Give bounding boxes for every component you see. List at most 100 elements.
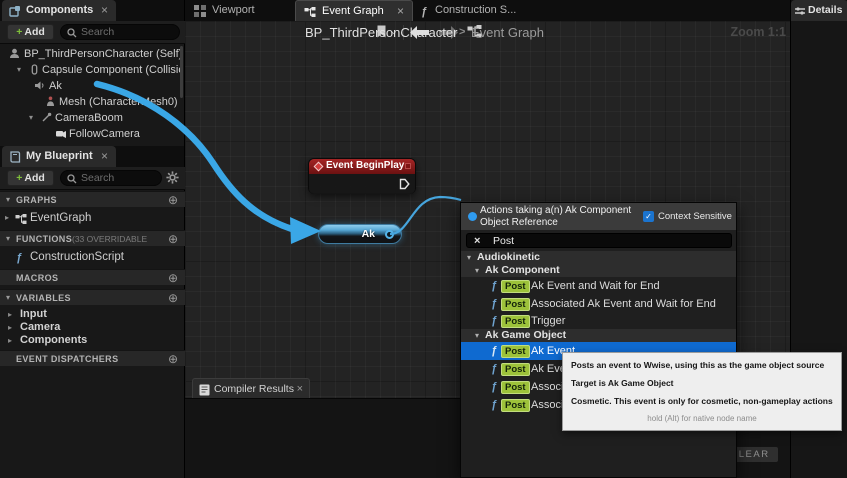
- node-ak-getter[interactable]: Ak: [318, 224, 402, 244]
- functions-label: FUNCTIONS: [16, 231, 72, 247]
- add-macro-icon[interactable]: ⊕: [168, 270, 178, 286]
- tab-event-graph[interactable]: Event Graph ×: [295, 0, 413, 21]
- details-icon: [794, 4, 806, 21]
- viewport-tab-label: Viewport: [212, 0, 255, 21]
- function-icon: ƒ: [421, 2, 427, 23]
- tab-details[interactable]: Details: [791, 0, 847, 21]
- category-ak-game-object[interactable]: ▾ Ak Game Object: [461, 329, 736, 342]
- components-toolbar: +Add Search: [0, 21, 185, 44]
- tab-components[interactable]: Components ×: [2, 0, 116, 21]
- collapse-icon: ▾: [6, 231, 10, 247]
- context-dot-icon: [468, 212, 477, 221]
- event-node-header: Event BeginPlay: [309, 159, 415, 174]
- tab-compiler-results[interactable]: Compiler Results ×: [192, 378, 310, 398]
- category-audiokinetic[interactable]: ▾ Audiokinetic: [461, 251, 736, 264]
- macros-section-header[interactable]: MACROS ⊕: [0, 269, 185, 285]
- add-dispatcher-icon[interactable]: ⊕: [168, 351, 178, 367]
- tab-my-blueprint[interactable]: My Blueprint ×: [2, 146, 116, 167]
- my-blueprint-tab-icon: [9, 150, 21, 167]
- variables-section-header[interactable]: ▾ VARIABLES ⊕: [0, 289, 185, 305]
- add-function-icon[interactable]: ⊕: [168, 231, 178, 247]
- blueprint-action-menu: Actions taking a(n) Ak Component Object …: [460, 202, 737, 478]
- compiler-results-icon: [199, 383, 210, 403]
- action-item[interactable]: ƒ Post Associated Ak Event and Wait for …: [461, 295, 736, 313]
- left-dock: Components × +Add Search BP_ThirdPersonC…: [0, 0, 185, 478]
- tooltip-line: Cosmetic. This event is only for cosmeti…: [571, 396, 833, 407]
- node-event-beginplay[interactable]: Event BeginPlay: [308, 158, 416, 194]
- close-icon[interactable]: ×: [101, 0, 108, 21]
- functions-section-header[interactable]: ▾ FUNCTIONS (33 OVERRIDABLE ⊕: [0, 230, 185, 246]
- expander-icon[interactable]: ▾: [17, 62, 21, 78]
- search-match-chip: Post: [501, 345, 530, 358]
- plus-icon: +: [16, 26, 22, 38]
- search-placeholder: Search: [81, 171, 114, 185]
- expander-icon[interactable]: ▸: [8, 334, 12, 347]
- search-match-chip: Post: [501, 363, 530, 376]
- graphs-section-header[interactable]: ▾ GRAPHS ⊕: [0, 191, 185, 207]
- add-blueprint-item-button[interactable]: +Add: [7, 170, 54, 186]
- event-node-title: Event BeginPlay: [326, 160, 404, 171]
- tooltip-line: Posts an event to Wwise, using this as t…: [571, 360, 833, 371]
- components-tab-label: Components: [26, 0, 93, 21]
- tree-item-cameraboom[interactable]: ▾ CameraBoom: [0, 110, 185, 126]
- context-sensitive-checkbox[interactable]: ✓: [643, 211, 654, 222]
- search-match-chip: Post: [501, 298, 530, 311]
- tab-viewport[interactable]: Viewport: [186, 0, 290, 21]
- list-item-constructionscript[interactable]: ƒ ConstructionScript: [0, 248, 185, 266]
- tree-item-capsule[interactable]: ▾ Capsule Component (Collision: [0, 62, 185, 78]
- tree-item-mesh[interactable]: Mesh (CharacterMesh0)Edi: [0, 94, 185, 110]
- graph-icon: [15, 213, 27, 227]
- variable-category-input[interactable]: ▸ Input: [0, 308, 185, 321]
- collapse-icon: ▾: [6, 192, 10, 208]
- function-icon: ƒ: [491, 360, 497, 378]
- function-icon: ƒ: [491, 277, 497, 295]
- components-scrollbar[interactable]: [180, 46, 183, 98]
- search-icon: [67, 174, 77, 188]
- category-ak-component[interactable]: ▾ Ak Component: [461, 264, 736, 277]
- close-icon[interactable]: ×: [101, 146, 108, 167]
- tree-item-ak[interactable]: Ak: [0, 78, 185, 94]
- components-tab-icon: [9, 4, 21, 21]
- ak-output-pin[interactable]: [385, 230, 394, 239]
- exec-output-pin[interactable]: [399, 178, 410, 193]
- components-search-input[interactable]: Search: [60, 24, 180, 40]
- clear-search-icon[interactable]: ×: [474, 234, 480, 249]
- function-icon: ƒ: [16, 249, 22, 266]
- tab-construction-script[interactable]: ƒ Construction S...: [413, 0, 535, 21]
- tree-item-self[interactable]: BP_ThirdPersonCharacter (Self): [0, 46, 185, 62]
- breadcrumb-current[interactable]: Event Graph: [471, 25, 544, 40]
- function-icon: ƒ: [491, 295, 497, 313]
- add-graph-icon[interactable]: ⊕: [168, 192, 178, 208]
- action-item[interactable]: ƒ Post Trigger: [461, 313, 736, 329]
- collapse-icon: ▾: [6, 290, 10, 306]
- gear-icon[interactable]: [166, 171, 179, 187]
- breadcrumb-separator-icon: >: [459, 26, 465, 38]
- search-value: Post: [493, 234, 514, 249]
- event-node-body: [309, 174, 415, 194]
- expander-icon[interactable]: ▸: [5, 209, 9, 227]
- add-component-button[interactable]: +Add: [7, 24, 54, 40]
- action-tooltip: Posts an event to Wwise, using this as t…: [562, 352, 842, 431]
- expander-icon[interactable]: ▾: [29, 110, 33, 126]
- close-icon[interactable]: ×: [397, 1, 404, 22]
- context-sensitive-label: Context Sensitive: [658, 211, 732, 222]
- expander-icon[interactable]: ▸: [8, 308, 12, 321]
- tree-item-followcamera[interactable]: FollowCamera: [0, 126, 185, 142]
- expander-icon[interactable]: ▸: [8, 321, 12, 334]
- breadcrumb-root[interactable]: BP_ThirdPersonCharacter: [305, 25, 457, 40]
- action-search-input[interactable]: × Post: [466, 233, 732, 248]
- add-variable-icon[interactable]: ⊕: [168, 290, 178, 306]
- actor-icon: [9, 48, 20, 62]
- graphs-label: GRAPHS: [16, 192, 57, 208]
- dispatchers-label: EVENT DISPATCHERS: [16, 351, 118, 367]
- event-dispatchers-section-header[interactable]: EVENT DISPATCHERS ⊕: [0, 350, 185, 366]
- close-icon[interactable]: ×: [297, 379, 303, 399]
- list-item-eventgraph[interactable]: ▸ EventGraph: [0, 209, 185, 227]
- myblueprint-search-input[interactable]: Search: [60, 170, 162, 186]
- variable-category-camera[interactable]: ▸ Camera: [0, 321, 185, 334]
- tooltip-line: Target is Ak Game Object: [571, 378, 833, 389]
- variable-category-components[interactable]: ▸ Components: [0, 334, 185, 347]
- collapse-icon: ▾: [475, 264, 479, 277]
- tooltip-hint: hold (Alt) for native node name: [571, 414, 833, 424]
- action-item[interactable]: ƒ Post Ak Event and Wait for End: [461, 277, 736, 295]
